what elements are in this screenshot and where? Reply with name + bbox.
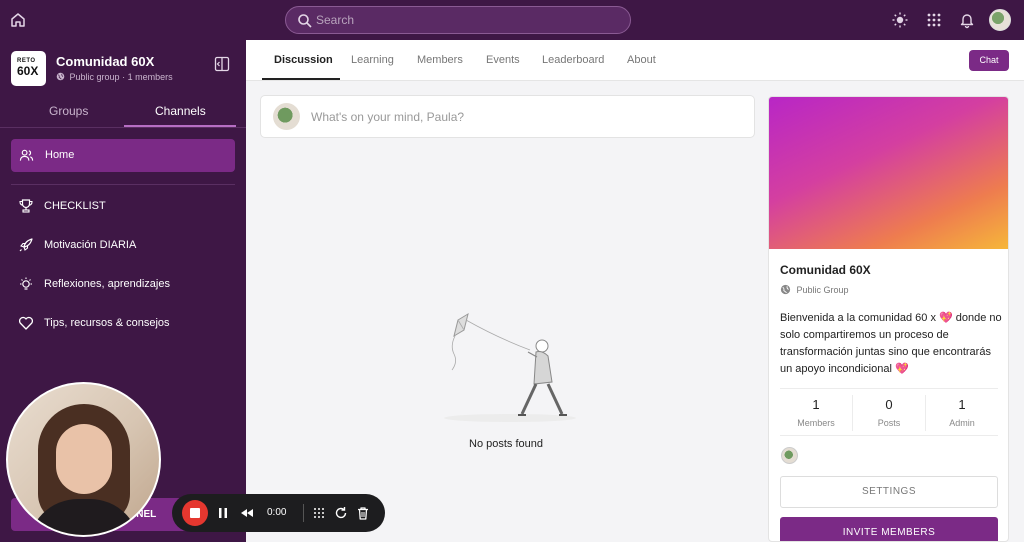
- channel-motivacion-diaria[interactable]: Motivación DIARIA: [18, 235, 238, 255]
- invite-members-button[interactable]: INVITE MEMBERS: [780, 517, 998, 541]
- divider: [0, 127, 246, 128]
- channel-label: Reflexiones, aprendizajes: [44, 278, 170, 290]
- search-bar[interactable]: Search: [285, 6, 631, 34]
- tab-about[interactable]: About: [627, 54, 656, 66]
- pause-icon[interactable]: [215, 505, 231, 521]
- tab-learning[interactable]: Learning: [351, 54, 394, 66]
- kite-illustration: [444, 312, 576, 422]
- divider: [11, 184, 235, 185]
- chat-button[interactable]: Chat: [969, 50, 1009, 71]
- trophy-icon: [19, 199, 33, 213]
- channel-tips[interactable]: Tips, recursos & consejos: [18, 313, 238, 333]
- card-description: Bienvenida a la comunidad 60 x 💖 donde n…: [780, 312, 1002, 375]
- tab-events[interactable]: Events: [486, 54, 520, 66]
- user-avatar[interactable]: [989, 9, 1011, 31]
- member-avatar[interactable]: [781, 447, 798, 464]
- channel-reflexiones[interactable]: Reflexiones, aprendizajes: [18, 274, 238, 294]
- search-input[interactable]: Search: [316, 13, 354, 27]
- channel-label: Motivación DIARIA: [44, 239, 137, 251]
- group-meta: Public group · 1 members: [56, 72, 173, 82]
- group-member-count: 1 members: [127, 72, 173, 82]
- empty-state-text: No posts found: [469, 438, 543, 450]
- channel-label: Tips, recursos & consejos: [44, 317, 170, 329]
- cover-image: [769, 97, 1008, 249]
- rewind-icon[interactable]: [239, 505, 255, 521]
- settings-button[interactable]: SETTINGS: [780, 476, 998, 508]
- stop-recording-button[interactable]: [182, 500, 208, 526]
- home-icon[interactable]: [8, 10, 28, 30]
- group-stats: 1 Members 0 Posts 1 Admin: [780, 388, 998, 436]
- tab-channels[interactable]: Channels: [155, 104, 206, 118]
- channel-label: CHECKLIST: [44, 200, 106, 212]
- stat-members: 1 Members: [797, 397, 835, 428]
- tab-leaderboard[interactable]: Leaderboard: [542, 54, 604, 66]
- webcam-bubble[interactable]: [6, 382, 161, 537]
- avatar: [273, 103, 300, 130]
- lightbulb-icon: [20, 277, 32, 290]
- collapse-sidebar-icon[interactable]: [214, 56, 230, 72]
- composer-input[interactable]: What's on your mind, Paula?: [311, 110, 464, 124]
- active-tab-indicator: [124, 125, 236, 127]
- active-tab-indicator: [262, 78, 340, 80]
- tab-groups[interactable]: Groups: [49, 104, 88, 118]
- bell-icon[interactable]: [957, 10, 977, 30]
- apps-grid-icon[interactable]: [924, 10, 944, 30]
- stat-posts: 0 Posts: [877, 397, 901, 428]
- trash-icon[interactable]: [355, 505, 371, 521]
- search-icon: [298, 14, 312, 28]
- group-nav: Discussion Learning Members Events Leade…: [246, 40, 1024, 81]
- globe-icon: [56, 72, 65, 81]
- globe-icon: [780, 284, 791, 295]
- sidebar-item-label: Home: [45, 149, 75, 161]
- restart-icon[interactable]: [333, 505, 349, 521]
- group-visibility: Public group: [69, 72, 120, 82]
- heart-icon: [18, 316, 34, 330]
- group-info-card: Comunidad 60X Public Group Bienvenida a …: [768, 96, 1009, 542]
- stat-admin: 1 Admin: [949, 397, 975, 428]
- tab-members[interactable]: Members: [417, 54, 463, 66]
- people-icon: [19, 149, 34, 161]
- group-logo: RETO 60X: [11, 51, 46, 86]
- divider: [303, 504, 304, 522]
- grid-dots-icon[interactable]: [311, 505, 327, 521]
- channel-checklist[interactable]: CHECKLIST: [18, 196, 238, 216]
- sidebar-item-home[interactable]: Home: [11, 139, 235, 172]
- recording-time: 0:00: [267, 507, 287, 518]
- card-title: Comunidad 60X: [780, 263, 871, 277]
- group-name: Comunidad 60X: [56, 54, 155, 69]
- top-bar: Search: [0, 0, 1024, 40]
- post-composer[interactable]: What's on your mind, Paula?: [260, 95, 755, 138]
- rocket-icon: [19, 238, 33, 252]
- recording-controls: 0:00: [172, 494, 385, 532]
- sun-icon[interactable]: [890, 10, 910, 30]
- tab-discussion[interactable]: Discussion: [274, 54, 333, 66]
- card-group-type: Public Group: [780, 284, 849, 295]
